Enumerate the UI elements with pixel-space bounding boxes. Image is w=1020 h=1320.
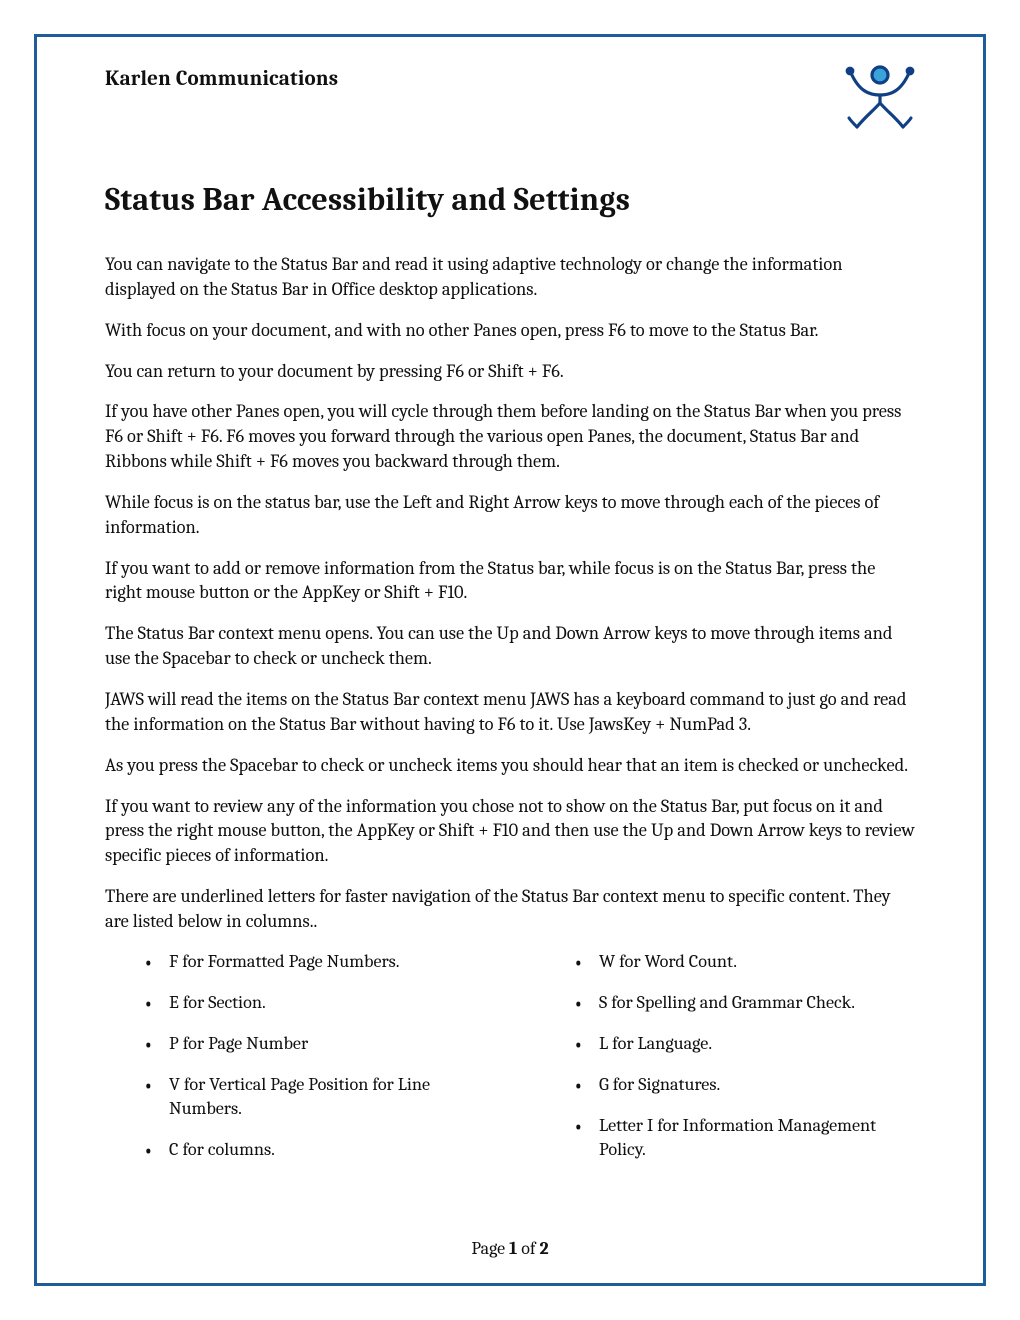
- list-item: Letter I for Information Management Poli…: [573, 1114, 915, 1162]
- document-body: You can navigate to the Status Bar and r…: [105, 252, 915, 1179]
- paragraph: With focus on your document, and with no…: [105, 318, 915, 343]
- paragraph: If you have other Panes open, you will c…: [105, 399, 915, 474]
- list-item: C for columns.: [143, 1138, 485, 1162]
- footer-of: of: [517, 1238, 539, 1259]
- footer-total-pages: 2: [539, 1238, 548, 1259]
- list-item: P for Page Number: [143, 1032, 485, 1056]
- list-item: L for Language.: [573, 1032, 915, 1056]
- shortcut-columns: F for Formatted Page Numbers. E for Sect…: [105, 950, 915, 1179]
- paragraph: JAWS will read the items on the Status B…: [105, 687, 915, 737]
- list-item: S for Spelling and Grammar Check.: [573, 991, 915, 1015]
- footer-prefix: Page: [471, 1238, 509, 1259]
- list-item: G for Signatures.: [573, 1073, 915, 1097]
- paragraph: You can navigate to the Status Bar and r…: [105, 252, 915, 302]
- paragraph: While focus is on the status bar, use th…: [105, 490, 915, 540]
- list-item: V for Vertical Page Position for Line Nu…: [143, 1073, 485, 1121]
- org-name: Karlen Communications: [105, 67, 338, 91]
- list-item: E for Section.: [143, 991, 485, 1015]
- list-item: W for Word Count.: [573, 950, 915, 974]
- list-item: F for Formatted Page Numbers.: [143, 950, 485, 974]
- shortcut-list-right: W for Word Count. S for Spelling and Gra…: [535, 950, 915, 1179]
- paragraph: If you want to review any of the informa…: [105, 794, 915, 869]
- paragraph: There are underlined letters for faster …: [105, 884, 915, 934]
- paragraph: You can return to your document by press…: [105, 359, 915, 384]
- page-footer: Page 1 of 2: [105, 1222, 915, 1261]
- paragraph: As you press the Spacebar to check or un…: [105, 753, 915, 778]
- document-title: Status Bar Accessibility and Settings: [105, 181, 915, 218]
- shortcut-list-left: F for Formatted Page Numbers. E for Sect…: [105, 950, 485, 1179]
- accessibility-person-icon: [843, 61, 917, 135]
- paragraph: The Status Bar context menu opens. You c…: [105, 621, 915, 671]
- paragraph: If you want to add or remove information…: [105, 556, 915, 606]
